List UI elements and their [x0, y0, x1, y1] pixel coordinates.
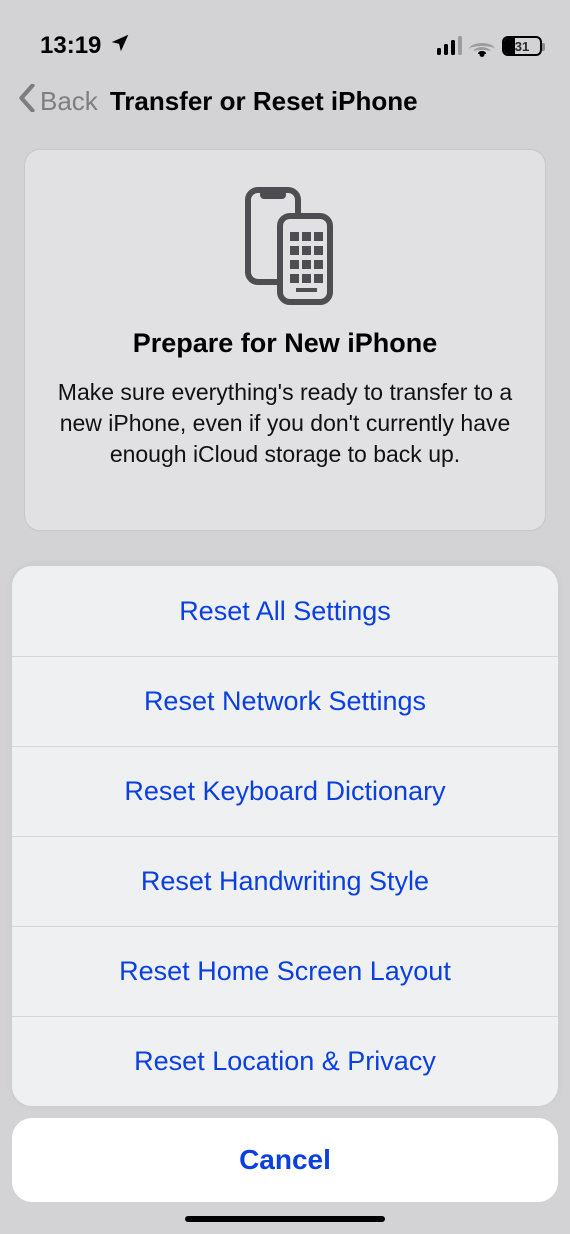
reset-all-settings-option[interactable]: Reset All Settings	[12, 566, 558, 656]
back-button[interactable]: Back	[18, 84, 98, 119]
reset-handwriting-style-option[interactable]: Reset Handwriting Style	[12, 836, 558, 926]
battery-icon: 31	[502, 36, 542, 56]
back-label: Back	[40, 86, 98, 117]
nav-bar: Back Transfer or Reset iPhone	[0, 70, 570, 135]
status-left: 13:19	[40, 32, 131, 61]
home-indicator[interactable]	[185, 1216, 385, 1222]
status-time: 13:19	[40, 32, 101, 60]
chevron-left-icon	[18, 84, 36, 119]
battery-percent: 31	[504, 38, 540, 54]
cellular-signal-icon	[437, 37, 463, 55]
prepare-card: Prepare for New iPhone Make sure everyth…	[24, 149, 546, 531]
wifi-icon	[469, 36, 495, 56]
location-icon	[109, 32, 131, 61]
action-sheet: Reset All Settings Reset Network Setting…	[0, 566, 570, 1234]
reset-location-privacy-option[interactable]: Reset Location & Privacy	[12, 1016, 558, 1106]
reset-keyboard-dictionary-option[interactable]: Reset Keyboard Dictionary	[12, 746, 558, 836]
status-right: 31	[437, 36, 543, 56]
cancel-button[interactable]: Cancel	[12, 1118, 558, 1202]
reset-network-settings-option[interactable]: Reset Network Settings	[12, 656, 558, 746]
card-description: Make sure everything's ready to transfer…	[53, 377, 517, 470]
card-title: Prepare for New iPhone	[53, 328, 517, 359]
transfer-devices-icon	[220, 186, 350, 306]
action-sheet-list: Reset All Settings Reset Network Setting…	[12, 566, 558, 1106]
page-title: Transfer or Reset iPhone	[110, 86, 418, 117]
status-bar: 13:19 31	[0, 0, 570, 70]
reset-home-screen-layout-option[interactable]: Reset Home Screen Layout	[12, 926, 558, 1016]
